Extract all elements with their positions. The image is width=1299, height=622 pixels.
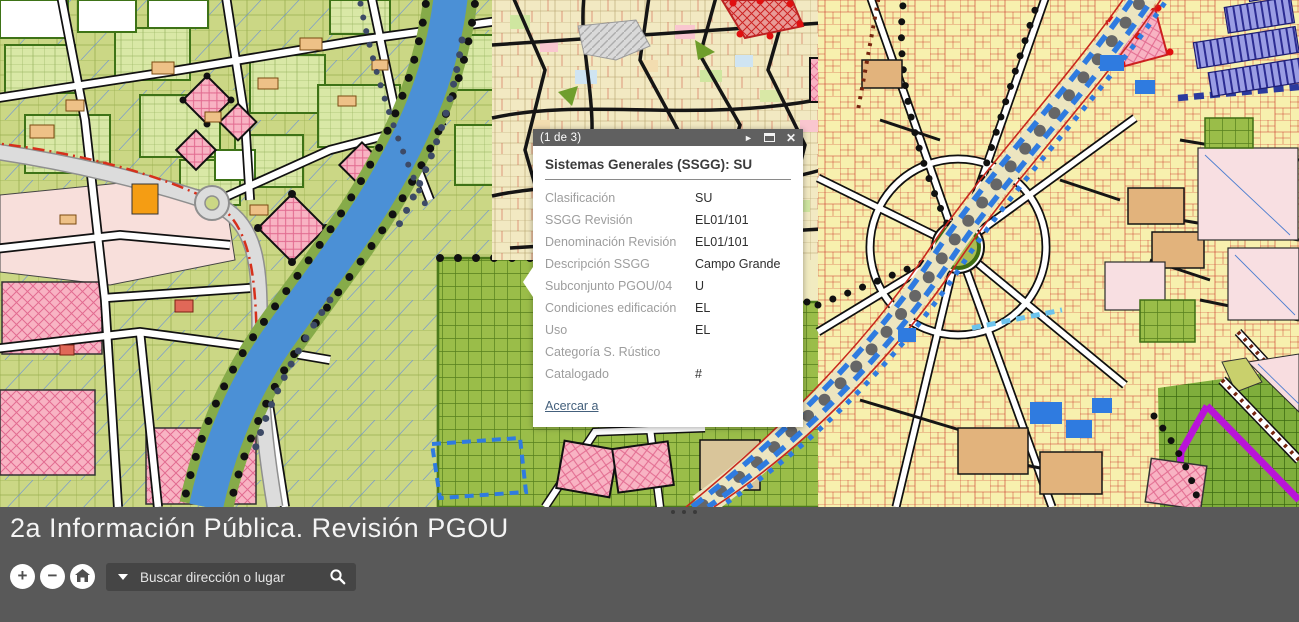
field-label: Categoría S. Rústico [545, 345, 695, 359]
popup-maximize-button[interactable] [764, 133, 775, 142]
field-label: Subconjunto PGOU/04 [545, 279, 695, 293]
app-window: (1 de 3) ► ✕ Sistemas Generales (SSGG): … [0, 0, 1299, 622]
field-row: Catalogado # [545, 363, 791, 385]
popup-anchor-arrow [523, 267, 533, 297]
popup-body: Sistemas Generales (SSGG): SU Clasificac… [533, 146, 803, 427]
app-title: 2a Información Pública. Revisión PGOU [10, 513, 509, 544]
popup-title: Sistemas Generales (SSGG): SU [545, 152, 791, 179]
field-value: SU [695, 191, 712, 205]
zoom-out-button[interactable]: − [40, 564, 65, 589]
feature-popup: (1 de 3) ► ✕ Sistemas Generales (SSGG): … [533, 129, 803, 427]
popup-close-button[interactable]: ✕ [786, 131, 796, 145]
zoom-in-button[interactable]: + [10, 564, 35, 589]
chevron-down-icon [118, 574, 128, 580]
search-button[interactable] [320, 563, 356, 591]
field-value: Campo Grande [695, 257, 780, 271]
field-value: EL [695, 323, 710, 337]
attribute-table-handle[interactable] [671, 510, 697, 514]
field-label: Clasificación [545, 191, 695, 205]
field-row: Condiciones edificación EL [545, 297, 791, 319]
field-value: EL [695, 301, 710, 315]
popup-next-button[interactable]: ► [744, 133, 753, 143]
maximize-icon [764, 133, 775, 142]
field-label: Catalogado [545, 367, 695, 381]
field-row: Subconjunto PGOU/04 U [545, 275, 791, 297]
field-row: Categoría S. Rústico [545, 341, 791, 363]
search-source-dropdown[interactable] [106, 563, 140, 591]
home-icon [75, 569, 90, 583]
field-value: EL01/101 [695, 213, 749, 227]
field-value: # [695, 367, 702, 381]
field-label: Uso [545, 323, 695, 337]
field-label: Condiciones edificación [545, 301, 695, 315]
popup-pager: (1 de 3) [540, 132, 733, 144]
field-value: EL01/101 [695, 235, 749, 249]
field-row: SSGG Revisión EL01/101 [545, 209, 791, 231]
field-row: Descripción SSGG Campo Grande [545, 253, 791, 275]
field-row: Uso EL [545, 319, 791, 341]
zoom-to-link[interactable]: Acercar a [545, 399, 599, 413]
popup-separator [545, 179, 791, 180]
field-label: Descripción SSGG [545, 257, 695, 271]
search-input[interactable] [140, 570, 320, 585]
field-label: SSGG Revisión [545, 213, 695, 227]
footer-bar: 2a Información Pública. Revisión PGOU + … [0, 507, 1299, 622]
home-button[interactable] [70, 564, 95, 589]
field-row: Clasificación SU [545, 187, 791, 209]
search-widget [106, 563, 356, 591]
search-icon [329, 568, 347, 586]
field-row: Denominación Revisión EL01/101 [545, 231, 791, 253]
field-value: U [695, 279, 704, 293]
popup-header: (1 de 3) ► ✕ [533, 129, 803, 146]
field-label: Denominación Revisión [545, 235, 695, 249]
